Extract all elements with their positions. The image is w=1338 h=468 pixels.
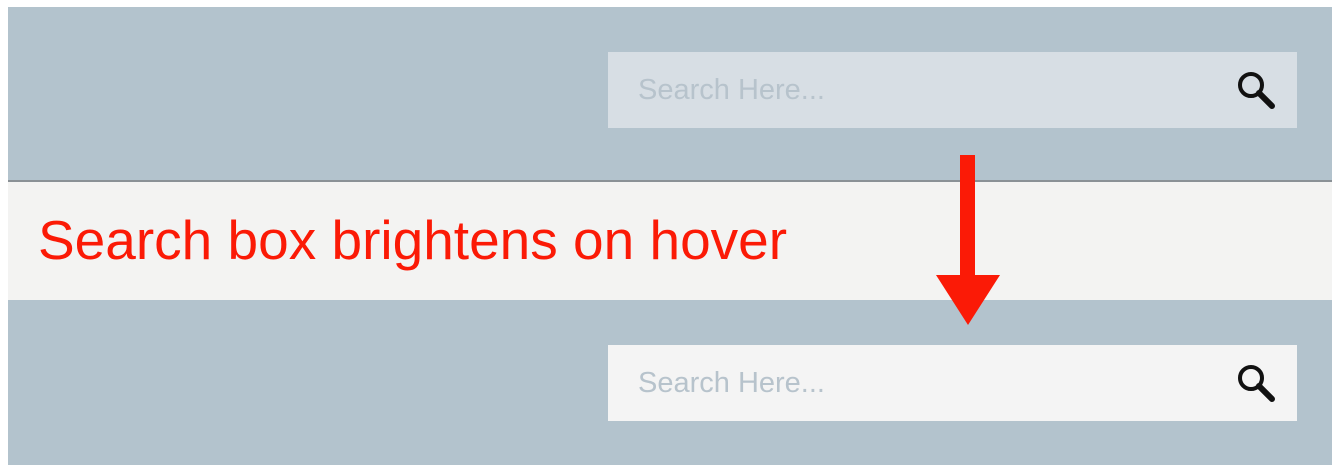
screenshot-frame: Search box brightens on hover xyxy=(8,7,1332,465)
search-input-hover[interactable] xyxy=(608,345,1208,421)
search-box-hover[interactable] xyxy=(608,345,1297,421)
magnifier-icon[interactable] xyxy=(1231,359,1281,409)
search-box-normal[interactable] xyxy=(608,52,1297,128)
down-arrow-icon xyxy=(936,155,1000,325)
magnifier-icon[interactable] xyxy=(1231,66,1281,116)
annotation-text: Search box brightens on hover xyxy=(38,209,788,271)
search-input[interactable] xyxy=(608,52,1208,128)
